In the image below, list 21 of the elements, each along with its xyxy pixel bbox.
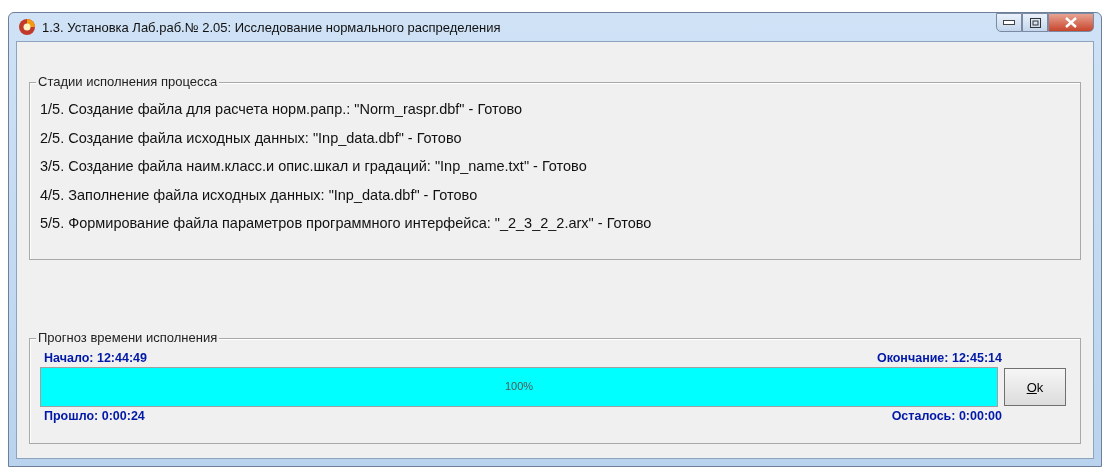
stage-status-line: 1/5. Создание файла для расчета норм.рапр.: "Norm_raspr.dbf" - Готово xyxy=(40,100,524,119)
stage-status-line: 5/5. Формирование файла параметров программного интерфейса: "_2_3_2_2.arx" - Готово xyxy=(40,214,653,233)
remaining-time-label: Осталось: 0:00:00 xyxy=(891,409,1002,423)
stage-status-line: 2/5. Создание файла исходных данных: "Inp_data.dbf" - Готово xyxy=(40,128,463,148)
end-time-label: Окончание: 12:45:14 xyxy=(876,351,1002,365)
stage-status-line: 3/5. Создание файла наим.класс.и опис.шкал и градаций: "Inp_name.txt" - Готово xyxy=(40,157,588,176)
minimize-icon xyxy=(1003,20,1015,25)
minimize-button[interactable] xyxy=(996,13,1022,32)
maximize-button[interactable] xyxy=(1022,13,1048,32)
progress-percent: 100% xyxy=(504,380,534,392)
close-icon xyxy=(1065,17,1077,28)
close-button[interactable] xyxy=(1048,13,1094,32)
window-title: 1.3. Установка Лаб.раб.№ 2.05: Исследование нормального распределения xyxy=(42,19,501,35)
maximize-icon xyxy=(1029,17,1041,28)
elapsed-time-label: Прошло: 0:00:24 xyxy=(44,409,145,423)
group-title: Прогноз времени исполнения xyxy=(36,330,220,345)
start-time-label: Начало: 12:44:49 xyxy=(44,351,147,365)
group-title: Стадии исполнения процесса xyxy=(36,74,220,89)
ok-button[interactable]: Ok xyxy=(1004,368,1066,406)
stage-status-line: 4/5. Заполнение файла исходных данных: "Inp_data.dbf" - Готово xyxy=(40,185,479,205)
app-logo-icon xyxy=(18,18,36,36)
